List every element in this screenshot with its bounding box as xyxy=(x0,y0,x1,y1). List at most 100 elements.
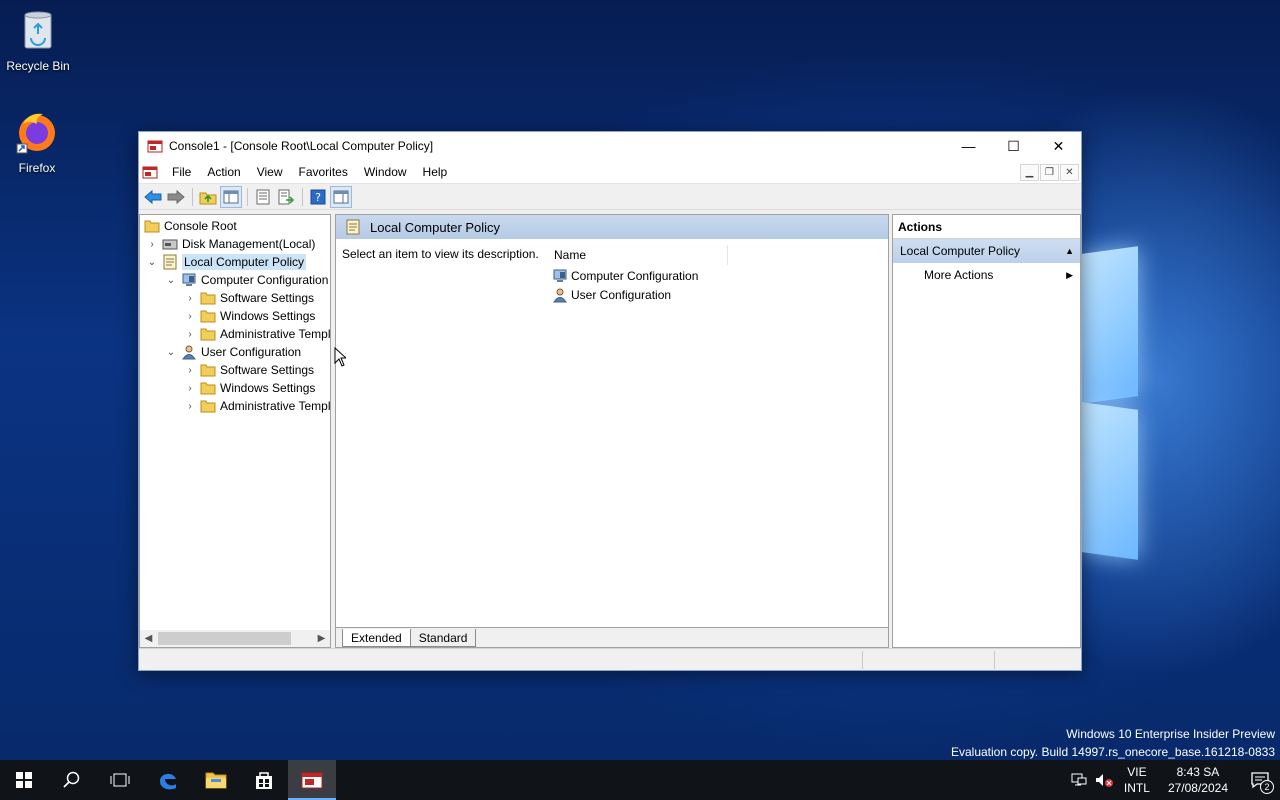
chevron-down-icon[interactable]: ⌄ xyxy=(146,257,158,268)
task-view-icon xyxy=(110,773,130,787)
column-header-name[interactable]: Name xyxy=(554,245,728,265)
clock-time: 8:43 SA xyxy=(1176,765,1220,779)
windows-watermark-line2: Evaluation copy. Build 14997.rs_onecore_… xyxy=(950,745,1275,759)
chevron-right-icon[interactable]: › xyxy=(184,365,196,376)
child-restore-button[interactable]: ❐ xyxy=(1040,164,1059,181)
svg-text:?: ? xyxy=(315,191,321,204)
chevron-right-icon[interactable]: › xyxy=(146,239,158,250)
tree-item-administrative-templates[interactable]: › Administrative Templates xyxy=(184,397,330,415)
view-tabs: Extended Standard xyxy=(336,627,888,647)
folder-icon xyxy=(144,220,160,233)
tree-item-windows-settings[interactable]: › Windows Settings xyxy=(184,307,315,325)
clock-date: 27/08/2024 xyxy=(1167,781,1228,795)
status-bar xyxy=(139,648,1081,670)
tree-item-label: Console Root xyxy=(164,219,237,233)
chevron-down-icon[interactable]: ⌄ xyxy=(165,347,177,358)
back-button[interactable] xyxy=(142,186,164,208)
folder-icon xyxy=(200,400,216,413)
scroll-thumb[interactable] xyxy=(158,632,291,645)
menu-help[interactable]: Help xyxy=(415,165,456,179)
firefox-icon xyxy=(16,113,55,154)
taskbar-store[interactable] xyxy=(240,760,288,800)
taskbar: VIE INTL 8:43 SA 27/08/2024 2 xyxy=(0,760,1280,800)
tree-item-label: Local Computer Policy xyxy=(182,254,307,270)
desktop-icon-firefox[interactable]: Firefox xyxy=(0,110,75,175)
tree-item-software-settings[interactable]: › Software Settings xyxy=(184,361,314,379)
action-more-actions[interactable]: More Actions ▶ xyxy=(893,263,1080,287)
start-button[interactable] xyxy=(0,760,48,800)
tree-horizontal-scrollbar[interactable]: ◀ ▶ xyxy=(140,630,330,647)
tree-item-disk-management-local-[interactable]: › Disk Management(Local) xyxy=(146,235,315,253)
windows-start-icon xyxy=(16,772,32,788)
scroll-left-icon[interactable]: ◀ xyxy=(140,633,157,644)
tree-item-console-root[interactable]: Console Root xyxy=(144,217,237,235)
taskbar-clock[interactable]: 8:43 SA 27/08/2024 xyxy=(1168,764,1228,796)
close-icon: ✕ xyxy=(1065,167,1074,178)
volume-muted-icon[interactable] xyxy=(1094,772,1114,788)
status-bar-separator xyxy=(994,651,995,669)
menu-action[interactable]: Action xyxy=(199,165,248,179)
tree-item-windows-settings[interactable]: › Windows Settings xyxy=(184,379,315,397)
window-title: Console1 - [Console Root\Local Computer … xyxy=(169,139,434,153)
show-hide-console-tree-button[interactable] xyxy=(220,185,242,208)
desktop-icon-recycle-bin[interactable]: Recycle Bin xyxy=(0,8,76,73)
menu-window[interactable]: Window xyxy=(356,165,415,179)
tab-extended[interactable]: Extended xyxy=(342,629,411,647)
tab-standard[interactable]: Standard xyxy=(409,629,477,647)
console-tree: Console Root › Disk Management(Local) ⌄ Loca… xyxy=(140,215,330,625)
up-one-level-button[interactable] xyxy=(197,186,219,208)
folder-up-icon xyxy=(199,192,217,204)
tree-item-local-computer-policy[interactable]: ⌄ Local Computer Policy xyxy=(146,253,307,271)
chevron-right-icon[interactable]: › xyxy=(184,311,196,322)
mmc-app-icon xyxy=(147,140,163,153)
forward-button[interactable] xyxy=(165,186,187,208)
console-tree-pane[interactable]: Console Root › Disk Management(Local) ⌄ Loca… xyxy=(139,214,331,648)
child-minimize-button[interactable]: ▁ xyxy=(1020,164,1039,181)
export-list-button[interactable] xyxy=(275,186,297,208)
child-close-button[interactable]: ✕ xyxy=(1060,164,1079,181)
chevron-right-icon[interactable]: › xyxy=(184,383,196,394)
results-header: Local Computer Policy xyxy=(336,215,888,239)
computer-configuration-icon xyxy=(553,269,567,282)
list-item-computer-configuration[interactable]: Computer Configuration xyxy=(552,267,698,285)
network-icon[interactable] xyxy=(1070,772,1088,788)
task-view-button[interactable] xyxy=(96,760,144,800)
status-bar-separator xyxy=(862,651,863,669)
taskbar-edge[interactable] xyxy=(144,760,192,800)
close-button[interactable]: ✕ xyxy=(1036,132,1081,160)
menu-favorites[interactable]: Favorites xyxy=(291,165,356,179)
tree-item-computer-configuration[interactable]: ⌄ Computer Configuration xyxy=(165,271,329,289)
scroll-right-icon[interactable]: ▶ xyxy=(313,633,330,644)
taskbar-file-explorer[interactable] xyxy=(192,760,240,800)
maximize-button[interactable]: ☐ xyxy=(991,132,1036,160)
tree-item-software-settings[interactable]: › Software Settings xyxy=(184,289,314,307)
tree-item-user-configuration[interactable]: ⌄ User Configuration xyxy=(165,343,301,361)
taskbar-mmc-console[interactable] xyxy=(288,760,336,800)
toolbar: ? xyxy=(139,184,1081,210)
desktop-icon-label: Recycle Bin xyxy=(6,59,70,73)
minimize-button[interactable]: — xyxy=(946,132,991,160)
action-pane-icon xyxy=(333,190,349,203)
chevron-right-icon[interactable]: › xyxy=(184,329,196,340)
action-center-button[interactable]: 2 xyxy=(1240,760,1280,800)
search-button[interactable] xyxy=(48,760,96,800)
input-language-indicator[interactable]: VIE INTL xyxy=(1124,764,1150,796)
collapse-up-icon[interactable]: ▲ xyxy=(1065,246,1074,256)
list-item-user-configuration[interactable]: User Configuration xyxy=(552,286,671,304)
tree-item-administrative-templates[interactable]: › Administrative Templates xyxy=(184,325,330,343)
menu-file[interactable]: File xyxy=(164,165,199,179)
mmc-system-menu-icon[interactable] xyxy=(142,164,158,180)
chevron-down-icon[interactable]: ⌄ xyxy=(165,275,177,286)
system-tray: VIE INTL 8:43 SA 27/08/2024 2 xyxy=(1070,760,1280,800)
title-bar[interactable]: Console1 - [Console Root\Local Computer … xyxy=(139,132,1081,160)
chevron-right-icon[interactable]: › xyxy=(184,293,196,304)
show-hide-action-pane-button[interactable] xyxy=(330,185,352,208)
mmc-console-window: Console1 - [Console Root\Local Computer … xyxy=(138,131,1082,671)
menu-view[interactable]: View xyxy=(249,165,291,179)
chevron-right-icon[interactable]: › xyxy=(184,401,196,412)
actions-section-local-computer-policy[interactable]: Local Computer Policy ▲ xyxy=(893,239,1080,263)
properties-button[interactable] xyxy=(252,186,274,208)
help-icon: ? xyxy=(310,189,326,204)
help-button[interactable]: ? xyxy=(307,186,329,208)
store-icon xyxy=(256,772,272,789)
